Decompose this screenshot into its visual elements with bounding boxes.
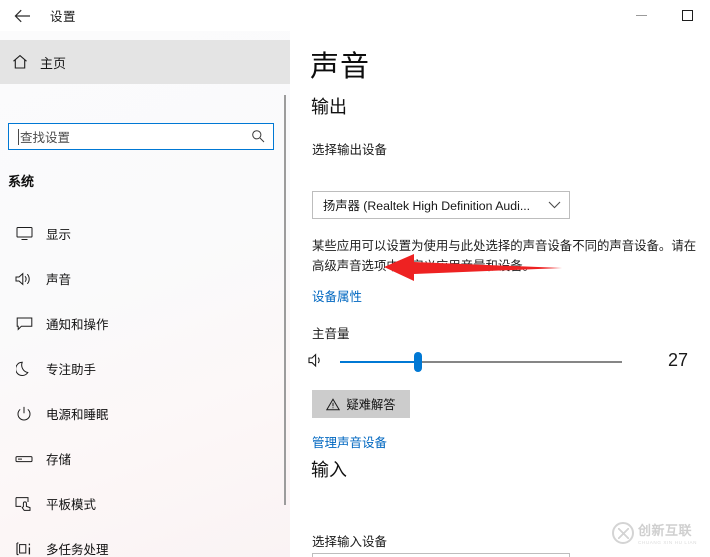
chevron-down-icon (548, 196, 561, 214)
search-container: 查找设置 (8, 123, 274, 150)
sidebar-item-focus-assist[interactable]: 专注助手 (0, 346, 290, 391)
watermark-logo-icon (612, 521, 634, 544)
text-caret (18, 129, 19, 145)
sidebar-item-focus-assist-label: 专注助手 (46, 363, 97, 377)
sidebar-item-storage-label: 存储 (46, 453, 72, 467)
output-device-label: 选择输出设备 (312, 143, 388, 157)
sidebar-item-power-sleep[interactable]: 电源和睡眠 (0, 391, 290, 436)
page-title: 声音 (310, 51, 371, 83)
back-button[interactable] (0, 0, 44, 31)
search-placeholder: 查找设置 (20, 131, 71, 145)
back-arrow-icon (14, 9, 31, 23)
sidebar-item-sound-label: 声音 (46, 273, 72, 287)
watermark-cn: 创新互联 (638, 523, 693, 538)
sidebar-item-display-label: 显示 (46, 228, 72, 242)
master-volume-label: 主音量 (312, 327, 350, 341)
warning-triangle-icon (326, 397, 341, 411)
maximize-icon (681, 10, 693, 21)
output-device-value: 扬声器 (Realtek High Definition Audi... (323, 199, 531, 213)
display-monitor-icon (8, 226, 40, 241)
volume-slider-fill (340, 361, 417, 363)
home-icon (0, 54, 40, 70)
sidebar-scrollbar[interactable] (284, 95, 286, 505)
search-input[interactable]: 查找设置 (8, 123, 274, 150)
output-section-heading: 输出 (311, 97, 347, 117)
storage-drive-icon (8, 453, 40, 465)
speaker-volume-icon[interactable] (308, 352, 326, 374)
input-section-heading: 输入 (311, 460, 347, 480)
sidebar-item-home[interactable]: 主页 (0, 40, 290, 84)
sidebar-item-notifications[interactable]: 通知和操作 (0, 301, 290, 346)
main-content: 声音 输出 选择输出设备 扬声器 (Realtek High Definitio… (290, 31, 710, 557)
volume-slider-thumb[interactable] (414, 352, 422, 372)
window-title: 设置 (50, 10, 77, 24)
moon-icon (8, 361, 40, 377)
sidebar-item-notifications-label: 通知和操作 (46, 318, 109, 332)
settings-window: 设置 主页 查找设置 系统 显示 声音 通知和操作 专注助手 电源和睡眠 存储 … (0, 0, 710, 557)
power-icon (8, 406, 40, 422)
search-icon[interactable] (251, 129, 265, 148)
maximize-button[interactable] (664, 0, 710, 31)
sidebar-item-tablet-mode[interactable]: 平板模式 (0, 481, 290, 526)
troubleshoot-button[interactable]: 疑难解答 (312, 390, 410, 418)
sidebar-nav-list: 显示 声音 通知和操作 专注助手 电源和睡眠 存储 平板模式 多任务处理 (0, 211, 290, 557)
minimize-icon (635, 15, 647, 16)
sidebar-item-power-sleep-label: 电源和睡眠 (46, 408, 109, 422)
manage-sound-devices-link[interactable]: 管理声音设备 (312, 432, 387, 451)
device-properties-link[interactable]: 设备属性 (312, 286, 362, 305)
speaker-icon (8, 271, 40, 287)
minimize-button[interactable] (618, 0, 664, 31)
tablet-mode-icon (8, 496, 40, 512)
watermark: 创新互联 CHUANG XIN HU LIAN (612, 520, 697, 545)
watermark-text: 创新互联 CHUANG XIN HU LIAN (638, 520, 697, 545)
output-device-select[interactable]: 扬声器 (Realtek High Definition Audi... (312, 191, 570, 219)
input-device-label: 选择输入设备 (312, 535, 388, 549)
sidebar-item-sound[interactable]: 声音 (0, 256, 290, 301)
annotation-arrow-icon (384, 248, 564, 293)
sidebar-group-title: 系统 (8, 174, 35, 189)
title-bar: 设置 (0, 0, 710, 31)
watermark-en: CHUANG XIN HU LIAN (638, 540, 698, 545)
sidebar: 主页 查找设置 系统 显示 声音 通知和操作 专注助手 电源和睡眠 存储 平板模… (0, 31, 290, 557)
notification-bubble-icon (8, 316, 40, 332)
troubleshoot-label: 疑难解答 (346, 398, 396, 412)
window-controls (618, 0, 710, 31)
sidebar-item-display[interactable]: 显示 (0, 211, 290, 256)
volume-value: 27 (668, 350, 689, 370)
sidebar-item-tablet-mode-label: 平板模式 (46, 498, 97, 512)
master-volume-slider-row: 27 (308, 349, 708, 375)
sidebar-item-multitasking-label: 多任务处理 (46, 543, 109, 557)
sidebar-item-multitasking[interactable]: 多任务处理 (0, 526, 290, 557)
sidebar-item-storage[interactable]: 存储 (0, 436, 290, 481)
multitasking-icon (8, 541, 40, 557)
sidebar-item-home-label: 主页 (40, 55, 67, 71)
input-device-select[interactable]: 无法找到输入设备 (312, 553, 570, 557)
